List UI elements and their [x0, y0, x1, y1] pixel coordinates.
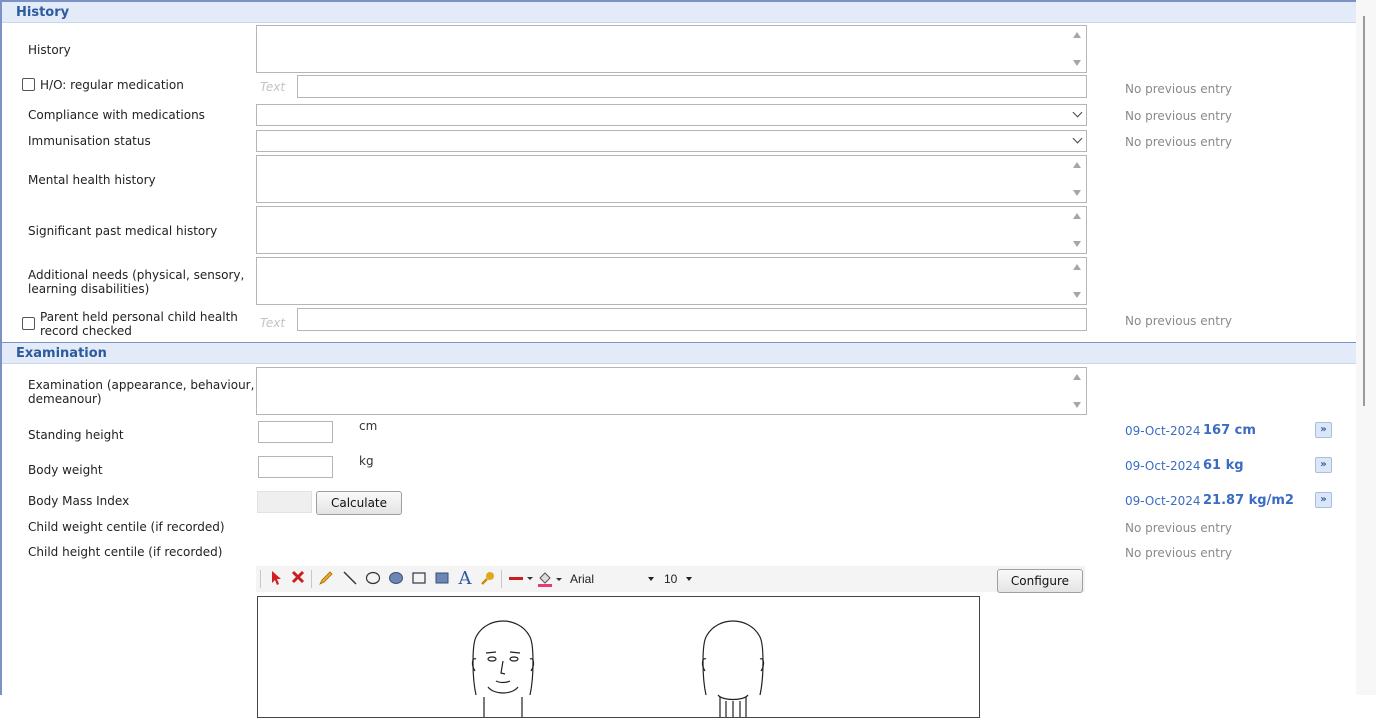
- regular-medication-checkbox[interactable]: [22, 78, 35, 91]
- mental-health-textarea[interactable]: [256, 155, 1087, 203]
- label-bmi: Body Mass Index: [28, 494, 130, 508]
- font-size-select[interactable]: 10: [660, 570, 694, 588]
- section-title: Examination: [16, 346, 107, 361]
- examination-textarea[interactable]: [256, 367, 1087, 415]
- ellipse-icon[interactable]: [364, 570, 382, 588]
- previous-entry-regular-medication: No previous entry: [1125, 82, 1232, 96]
- toolbar-separator: [311, 570, 312, 588]
- regular-medication-input[interactable]: [297, 75, 1087, 98]
- section-header-history[interactable]: History: [2, 2, 1356, 23]
- label-immunisation: Immunisation status: [28, 134, 151, 148]
- copy-weight-button[interactable]: »: [1315, 457, 1332, 473]
- previous-entry-height-centile: No previous entry: [1125, 546, 1232, 560]
- toolbar-separator: [501, 570, 502, 588]
- head-back-figure: [701, 620, 765, 717]
- scroll-down-icon[interactable]: [1073, 292, 1081, 298]
- bmi-previous-value: 21.87 kg/m2: [1203, 493, 1294, 508]
- dropdown-arrow-icon: [648, 577, 654, 581]
- phr-checked-input[interactable]: [297, 308, 1087, 331]
- rectangle-icon[interactable]: [410, 570, 428, 588]
- label-weight-centile: Child weight centile (if recorded): [28, 520, 225, 534]
- scroll-up-icon[interactable]: [1073, 264, 1081, 270]
- height-unit: cm: [359, 419, 378, 433]
- weight-input[interactable]: [258, 456, 333, 478]
- immunisation-select[interactable]: [256, 130, 1087, 152]
- scroll-up-icon[interactable]: [1073, 162, 1081, 168]
- text-placeholder-label: Text: [260, 316, 286, 330]
- filled-rectangle-icon[interactable]: [433, 570, 451, 588]
- past-medical-textarea[interactable]: [256, 206, 1087, 254]
- phr-checked-checkbox[interactable]: [22, 317, 35, 330]
- compliance-select[interactable]: [256, 104, 1087, 126]
- label-compliance: Compliance with medications: [28, 108, 205, 122]
- height-input[interactable]: [258, 421, 333, 443]
- pencil-icon[interactable]: [317, 570, 335, 588]
- copy-bmi-button[interactable]: »: [1315, 492, 1332, 508]
- weight-previous-date: 09-Oct-2024: [1125, 459, 1201, 473]
- font-family-select[interactable]: Arial: [566, 570, 656, 588]
- line-icon[interactable]: [341, 570, 359, 588]
- body-map-canvas[interactable]: [257, 596, 980, 718]
- weight-unit: kg: [359, 454, 374, 468]
- label-line: Examination (appearance, behaviour,: [28, 378, 255, 392]
- label-past-medical: Significant past medical history: [28, 224, 218, 238]
- select-arrow-icon[interactable]: [267, 570, 285, 588]
- scrollbar-thumb[interactable]: [1363, 16, 1365, 406]
- height-previous-value: 167 cm: [1203, 423, 1256, 438]
- scroll-up-icon[interactable]: [1073, 32, 1081, 38]
- fill-color-icon[interactable]: [536, 570, 564, 588]
- calculate-button[interactable]: Calculate: [316, 491, 402, 515]
- height-previous-date: 09-Oct-2024: [1125, 424, 1201, 438]
- label-examination: Examination (appearance, behaviour, deme…: [28, 378, 254, 406]
- label-line: record checked: [40, 324, 132, 338]
- drawing-toolbar: A Arial 10: [256, 566, 1085, 592]
- delete-icon[interactable]: [289, 570, 307, 588]
- label-height-centile: Child height centile (if recorded): [28, 545, 223, 559]
- label-additional-needs: Additional needs (physical, sensory, lea…: [28, 268, 244, 296]
- label-standing-height: Standing height: [28, 428, 124, 442]
- section-title: History: [16, 5, 70, 20]
- additional-needs-textarea[interactable]: [256, 257, 1087, 305]
- section-header-examination[interactable]: Examination: [2, 343, 1356, 364]
- bmi-output: [257, 491, 312, 513]
- body-map-image: [471, 620, 765, 717]
- highlighter-icon[interactable]: [479, 570, 497, 588]
- vertical-scrollbar[interactable]: [1356, 0, 1376, 695]
- scroll-down-icon[interactable]: [1073, 402, 1081, 408]
- font-family-value: Arial: [570, 572, 595, 586]
- previous-entry-phr: No previous entry: [1125, 314, 1232, 328]
- toolbar-grip: [260, 570, 261, 588]
- chevron-down-icon: [1072, 107, 1083, 118]
- scroll-down-icon[interactable]: [1073, 190, 1081, 196]
- label-phr-checked: Parent held personal child health record…: [40, 310, 238, 338]
- line-color-icon[interactable]: [507, 570, 535, 588]
- label-body-weight: Body weight: [28, 463, 103, 477]
- text-icon[interactable]: A: [456, 570, 474, 588]
- filled-ellipse-icon[interactable]: [387, 570, 405, 588]
- configure-button[interactable]: Configure: [997, 569, 1083, 593]
- label-line: Additional needs (physical, sensory,: [28, 268, 245, 282]
- text-placeholder-label: Text: [260, 80, 286, 94]
- label-history: History: [28, 43, 71, 57]
- scroll-down-icon[interactable]: [1073, 60, 1081, 66]
- dropdown-arrow-icon: [686, 577, 692, 581]
- scroll-down-icon[interactable]: [1073, 241, 1081, 247]
- bmi-previous-date: 09-Oct-2024: [1125, 494, 1201, 508]
- history-textarea[interactable]: [256, 25, 1087, 73]
- weight-previous-value: 61 kg: [1203, 458, 1244, 473]
- copy-height-button[interactable]: »: [1315, 422, 1332, 438]
- label-mental-health: Mental health history: [28, 173, 156, 187]
- font-size-value: 10: [664, 572, 678, 586]
- label-line: Parent held personal child health: [40, 310, 238, 324]
- label-regular-medication: H/O: regular medication: [40, 78, 184, 92]
- head-front-figure: [471, 620, 535, 717]
- scroll-up-icon[interactable]: [1073, 213, 1081, 219]
- label-line: learning disabilities): [28, 282, 150, 296]
- previous-entry-immunisation: No previous entry: [1125, 135, 1232, 149]
- chevron-down-icon: [1072, 133, 1083, 144]
- label-line: demeanour): [28, 392, 102, 406]
- previous-entry-weight-centile: No previous entry: [1125, 521, 1232, 535]
- previous-entry-compliance: No previous entry: [1125, 109, 1232, 123]
- scroll-up-icon[interactable]: [1073, 374, 1081, 380]
